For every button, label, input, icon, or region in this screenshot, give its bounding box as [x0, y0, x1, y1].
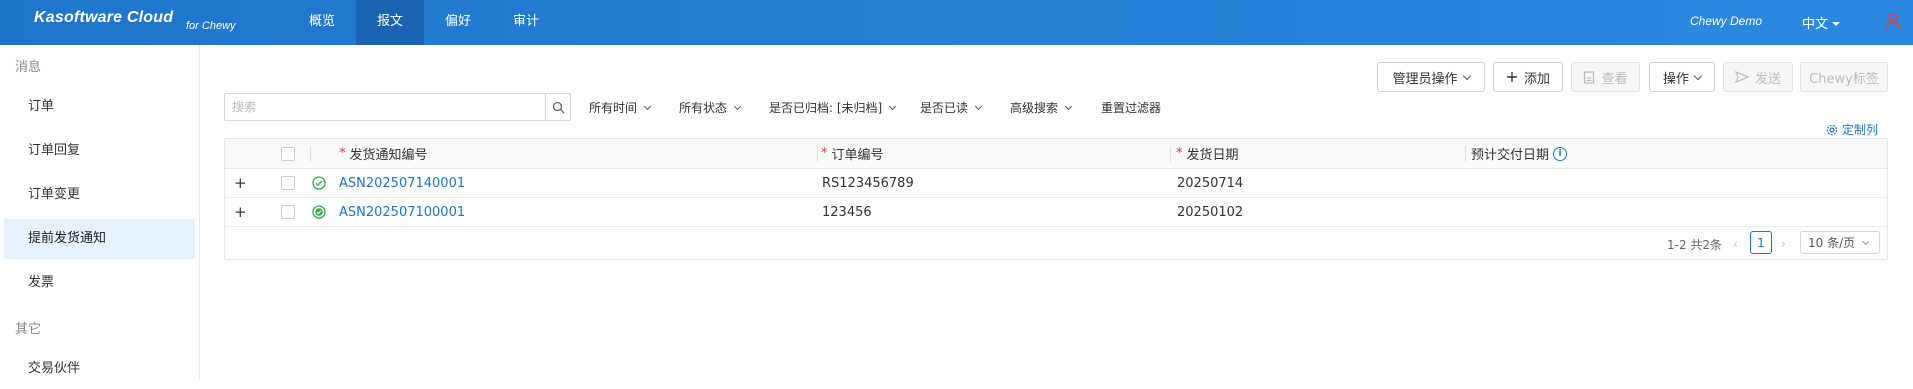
nav-messages[interactable]: 报文 [356, 0, 424, 45]
nav-overview[interactable]: 概览 [294, 0, 350, 45]
filter-status-label: 所有状态 [679, 101, 728, 115]
page-size-label: 10 条/页 [1808, 236, 1856, 250]
language-selector[interactable]: 中文 [1802, 13, 1841, 32]
user-name[interactable]: Chewy Demo [1690, 14, 1762, 28]
expand-row-button[interactable]: + [234, 198, 247, 226]
search-box [224, 93, 571, 121]
filter-advanced-search[interactable]: 高级搜索 [1010, 99, 1073, 116]
column-header-eta-label: 预计交付日期 [1471, 148, 1550, 163]
search-button[interactable] [545, 94, 570, 120]
sidebar-item-order-changes[interactable]: 订单变更 [4, 175, 195, 215]
user-icon[interactable] [1884, 12, 1902, 30]
actions-button[interactable]: 操作 [1649, 62, 1715, 92]
column-header-ship-date[interactable]: * 发货日期 [1176, 139, 1239, 168]
chevron-down-icon [1862, 237, 1870, 245]
send-button[interactable]: 发送 [1723, 62, 1793, 92]
search-input[interactable] [225, 94, 547, 120]
sidebar: 消息 订单 订单回复 订单变更 提前发货通知 发票 其它 交易伙伴 [0, 45, 200, 380]
caret-down-icon [1832, 22, 1841, 26]
table-row[interactable]: + ASN202507100001 123456 20250102 [225, 198, 1887, 227]
row-checkbox[interactable] [281, 169, 295, 197]
reset-filters-label: 重置过滤器 [1101, 101, 1162, 115]
send-label: 发送 [1754, 71, 1781, 87]
customize-columns-link[interactable]: 定制列 [1826, 121, 1878, 138]
chewy-tag-label: Chewy标签 [1809, 71, 1879, 87]
asn-table: * 发货通知编号 * 订单编号 * 发货日期 预计交付日期 i + ASN2025071… [224, 138, 1888, 260]
add-label: 添加 [1523, 71, 1550, 87]
expand-row-button[interactable]: + [234, 169, 247, 197]
sidebar-group-messages: 消息 [15, 60, 42, 75]
column-header-eta[interactable]: 预计交付日期 i [1471, 139, 1568, 168]
info-icon[interactable]: i [1553, 146, 1568, 161]
ship-date-cell: 20250102 [1177, 204, 1244, 220]
add-button[interactable]: 添加 [1493, 62, 1563, 92]
page-size-select[interactable]: 10 条/页 [1800, 231, 1880, 254]
success-icon [312, 169, 326, 197]
filter-advanced-label: 高级搜索 [1010, 101, 1059, 115]
chevron-down-icon [643, 102, 652, 110]
filter-archived[interactable]: 是否已归档: [未归档] [769, 99, 897, 116]
chevron-down-icon [889, 102, 897, 110]
language-label: 中文 [1802, 17, 1829, 32]
filter-time[interactable]: 所有时间 [589, 99, 652, 116]
document-icon [1584, 70, 1595, 84]
search-icon [552, 101, 564, 113]
reset-filters-link[interactable]: 重置过滤器 [1101, 99, 1161, 116]
sidebar-item-invoices[interactable]: 发票 [4, 263, 195, 303]
pagination-summary: 1-2 共2条 [1667, 238, 1723, 252]
select-all-checkbox[interactable] [281, 139, 295, 168]
sidebar-group-other: 其它 [15, 322, 42, 337]
row-checkbox[interactable] [281, 198, 295, 226]
filter-status[interactable]: 所有状态 [679, 99, 742, 116]
page-number-current[interactable]: 1 [1750, 231, 1772, 254]
filter-time-label: 所有时间 [589, 101, 638, 115]
required-mark: * [339, 146, 346, 161]
plus-icon [1506, 72, 1517, 82]
order-number-cell: 123456 [822, 204, 872, 220]
prev-page-icon[interactable]: ‹ [1733, 237, 1738, 251]
filter-archived-label: 是否已归档: [未归档] [769, 101, 883, 115]
column-header-order[interactable]: * 订单编号 [821, 139, 884, 168]
chevron-down-icon [1693, 71, 1703, 80]
send-icon [1734, 71, 1749, 83]
asn-number-link[interactable]: ASN202507140001 [339, 169, 465, 197]
table-header: * 发货通知编号 * 订单编号 * 发货日期 预计交付日期 i [225, 139, 1887, 169]
order-number-cell: RS123456789 [822, 175, 914, 191]
sidebar-item-asn[interactable]: 提前发货通知 [4, 219, 195, 259]
top-bar: Kasoftware Cloud for Chewy 概览 报文 偏好 审计 C… [0, 0, 1913, 45]
column-header-order-label: 订单编号 [831, 148, 884, 163]
filter-read[interactable]: 是否已读 [920, 99, 983, 116]
customize-columns-label: 定制列 [1842, 123, 1879, 137]
chewy-tag-button[interactable]: Chewy标签 [1800, 62, 1888, 92]
view-button[interactable]: 查看 [1571, 62, 1640, 92]
required-mark: * [821, 146, 828, 161]
column-header-asn[interactable]: * 发货通知编号 [339, 139, 428, 168]
ship-date-cell: 20250714 [1177, 175, 1244, 191]
admin-ops-label: 管理员操作 [1392, 71, 1458, 87]
view-label: 查看 [1601, 71, 1628, 87]
asn-number-link[interactable]: ASN202507100001 [339, 198, 465, 226]
column-header-ship-date-label: 发货日期 [1186, 148, 1239, 163]
actions-label: 操作 [1662, 71, 1689, 87]
sidebar-item-orders[interactable]: 订单 [4, 87, 195, 127]
chevron-down-icon [1064, 102, 1073, 110]
table-row[interactable]: + ASN202507140001 RS123456789 20250714 [225, 169, 1887, 198]
column-header-asn-label: 发货通知编号 [349, 148, 428, 163]
required-mark: * [1176, 146, 1183, 161]
brand-subtitle: for Chewy [186, 20, 236, 32]
success-filled-icon [312, 198, 326, 226]
chevron-down-icon [974, 102, 983, 110]
brand-logo-text[interactable]: Kasoftware Cloud [34, 9, 173, 27]
sidebar-item-trading-partners[interactable]: 交易伙伴 [4, 349, 195, 389]
admin-ops-button[interactable]: 管理员操作 [1377, 62, 1485, 92]
nav-preferences[interactable]: 偏好 [430, 0, 486, 45]
chevron-down-icon [733, 102, 742, 110]
filter-read-label: 是否已读 [920, 101, 969, 115]
chevron-down-icon [1462, 71, 1471, 80]
nav-audit[interactable]: 审计 [498, 0, 554, 45]
sidebar-item-order-replies[interactable]: 订单回复 [4, 131, 195, 171]
next-page-icon[interactable]: › [1781, 237, 1786, 251]
gear-icon [1826, 124, 1838, 135]
